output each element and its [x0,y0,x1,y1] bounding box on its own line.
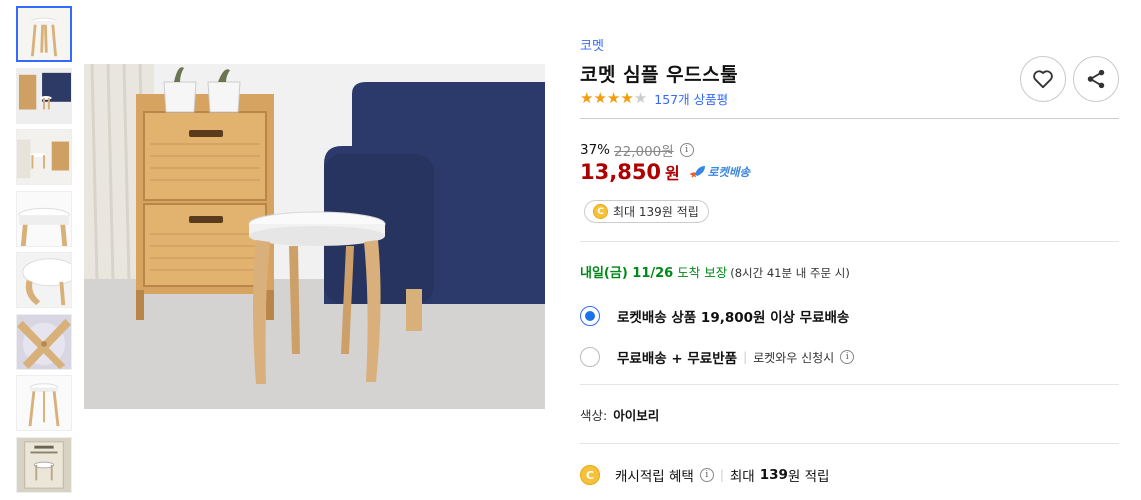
separator: | [743,350,748,364]
divider [580,118,1119,119]
brand-link[interactable]: 코멧 [580,35,604,54]
review-count-link[interactable]: 157개 상품평 [654,89,728,108]
radio-button[interactable] [580,306,600,326]
shipping-option-rocket[interactable]: 로켓배송 상품 19,800원 이상 무료배송 [580,306,849,326]
divider [580,443,1119,444]
arrival-date: 내일(금) 11/26 [580,266,674,281]
star-empty-icon: ★ [633,89,648,107]
wishlist-button[interactable] [1020,56,1066,102]
product-info-panel: 코멧 코멧 심플 우드스툴 ★ ★ ★ ★ ★ 157개 상품평 37% 22,… [580,0,1120,500]
cash-benefit-label: 캐시적립 혜택 [615,469,694,485]
rocket-delivery-badge: 로켓배송 [689,164,751,180]
delivery-arrival: 내일(금) 11/26 도착 보장 (8시간 41분 내 주문 시) [580,262,850,281]
shipping-option-free[interactable]: 무료배송 + 무료반품 | 로켓와우 신청시 i [580,347,855,367]
original-price: 22,000원 [614,144,674,160]
color-option: 색상: 아이보리 [580,405,659,424]
cash-reward-text: 최대 139원 적립 [613,205,699,219]
thumbnail-2[interactable] [16,67,72,124]
thumbnail-5[interactable] [16,252,72,308]
coin-icon: C [593,204,608,219]
sale-price-row: 13,850 원 로켓배송 [580,160,750,184]
discount-row: 37% 22,000원 i [580,140,694,160]
cash-benefit-amount: 139 [759,467,788,483]
shipping-option-sub: 로켓와우 신청시 [753,350,835,365]
star-icon: ★ [580,89,594,107]
shipping-option-label: 무료배송 + 무료반품 [617,351,738,367]
rating-stars: ★ ★ ★ ★ ★ [580,91,647,106]
thumbnail-3[interactable] [16,129,72,185]
arrival-note: (8시간 41분 내 주문 시) [730,266,850,280]
thumbnail-6[interactable] [16,313,72,370]
radio-button[interactable] [580,347,600,367]
heart-icon [1033,70,1053,89]
cash-benefit-row: C 캐시적립 혜택 i | 최대 139 원 적립 [580,465,829,485]
product-title: 코멧 심플 우드스툴 [580,64,739,86]
share-icon [1087,69,1105,89]
discount-rate: 37% [580,142,611,158]
thumbnail-8[interactable] [16,436,72,493]
rocket-icon [689,166,705,178]
coin-icon: C [580,465,600,485]
product-rating[interactable]: ★ ★ ★ ★ ★ 157개 상품평 [580,89,728,108]
thumbnail-1[interactable] [16,6,72,62]
shipping-option-label: 로켓배송 상품 19,800원 이상 무료배송 [617,310,850,326]
info-icon[interactable]: i [840,350,855,364]
share-button[interactable] [1073,56,1119,102]
star-icon: ★ [606,89,621,107]
star-icon: ★ [593,89,607,107]
sale-price: 13,850 [580,160,662,184]
info-icon[interactable]: i [679,143,694,157]
rocket-delivery-label: 로켓배송 [707,165,751,179]
main-product-image[interactable] [84,64,545,409]
cash-reward-chip: C 최대 139원 적립 [584,200,709,223]
color-option-value: 아이보리 [613,408,660,423]
cash-benefit-prefix: 최대 [729,469,755,485]
price-currency: 원 [665,164,680,183]
arrival-guarantee: 도착 보장 [677,265,728,280]
info-icon[interactable]: i [699,468,714,482]
cash-benefit-suffix: 원 적립 [787,469,830,485]
thumbnail-4[interactable] [16,190,72,247]
thumbnail-7[interactable] [16,375,72,431]
divider [580,241,1119,242]
thumbnail-list [16,6,74,498]
color-option-label: 색상: [580,408,608,423]
star-icon: ★ [620,89,634,107]
divider [580,384,1119,385]
separator: | [719,468,724,482]
